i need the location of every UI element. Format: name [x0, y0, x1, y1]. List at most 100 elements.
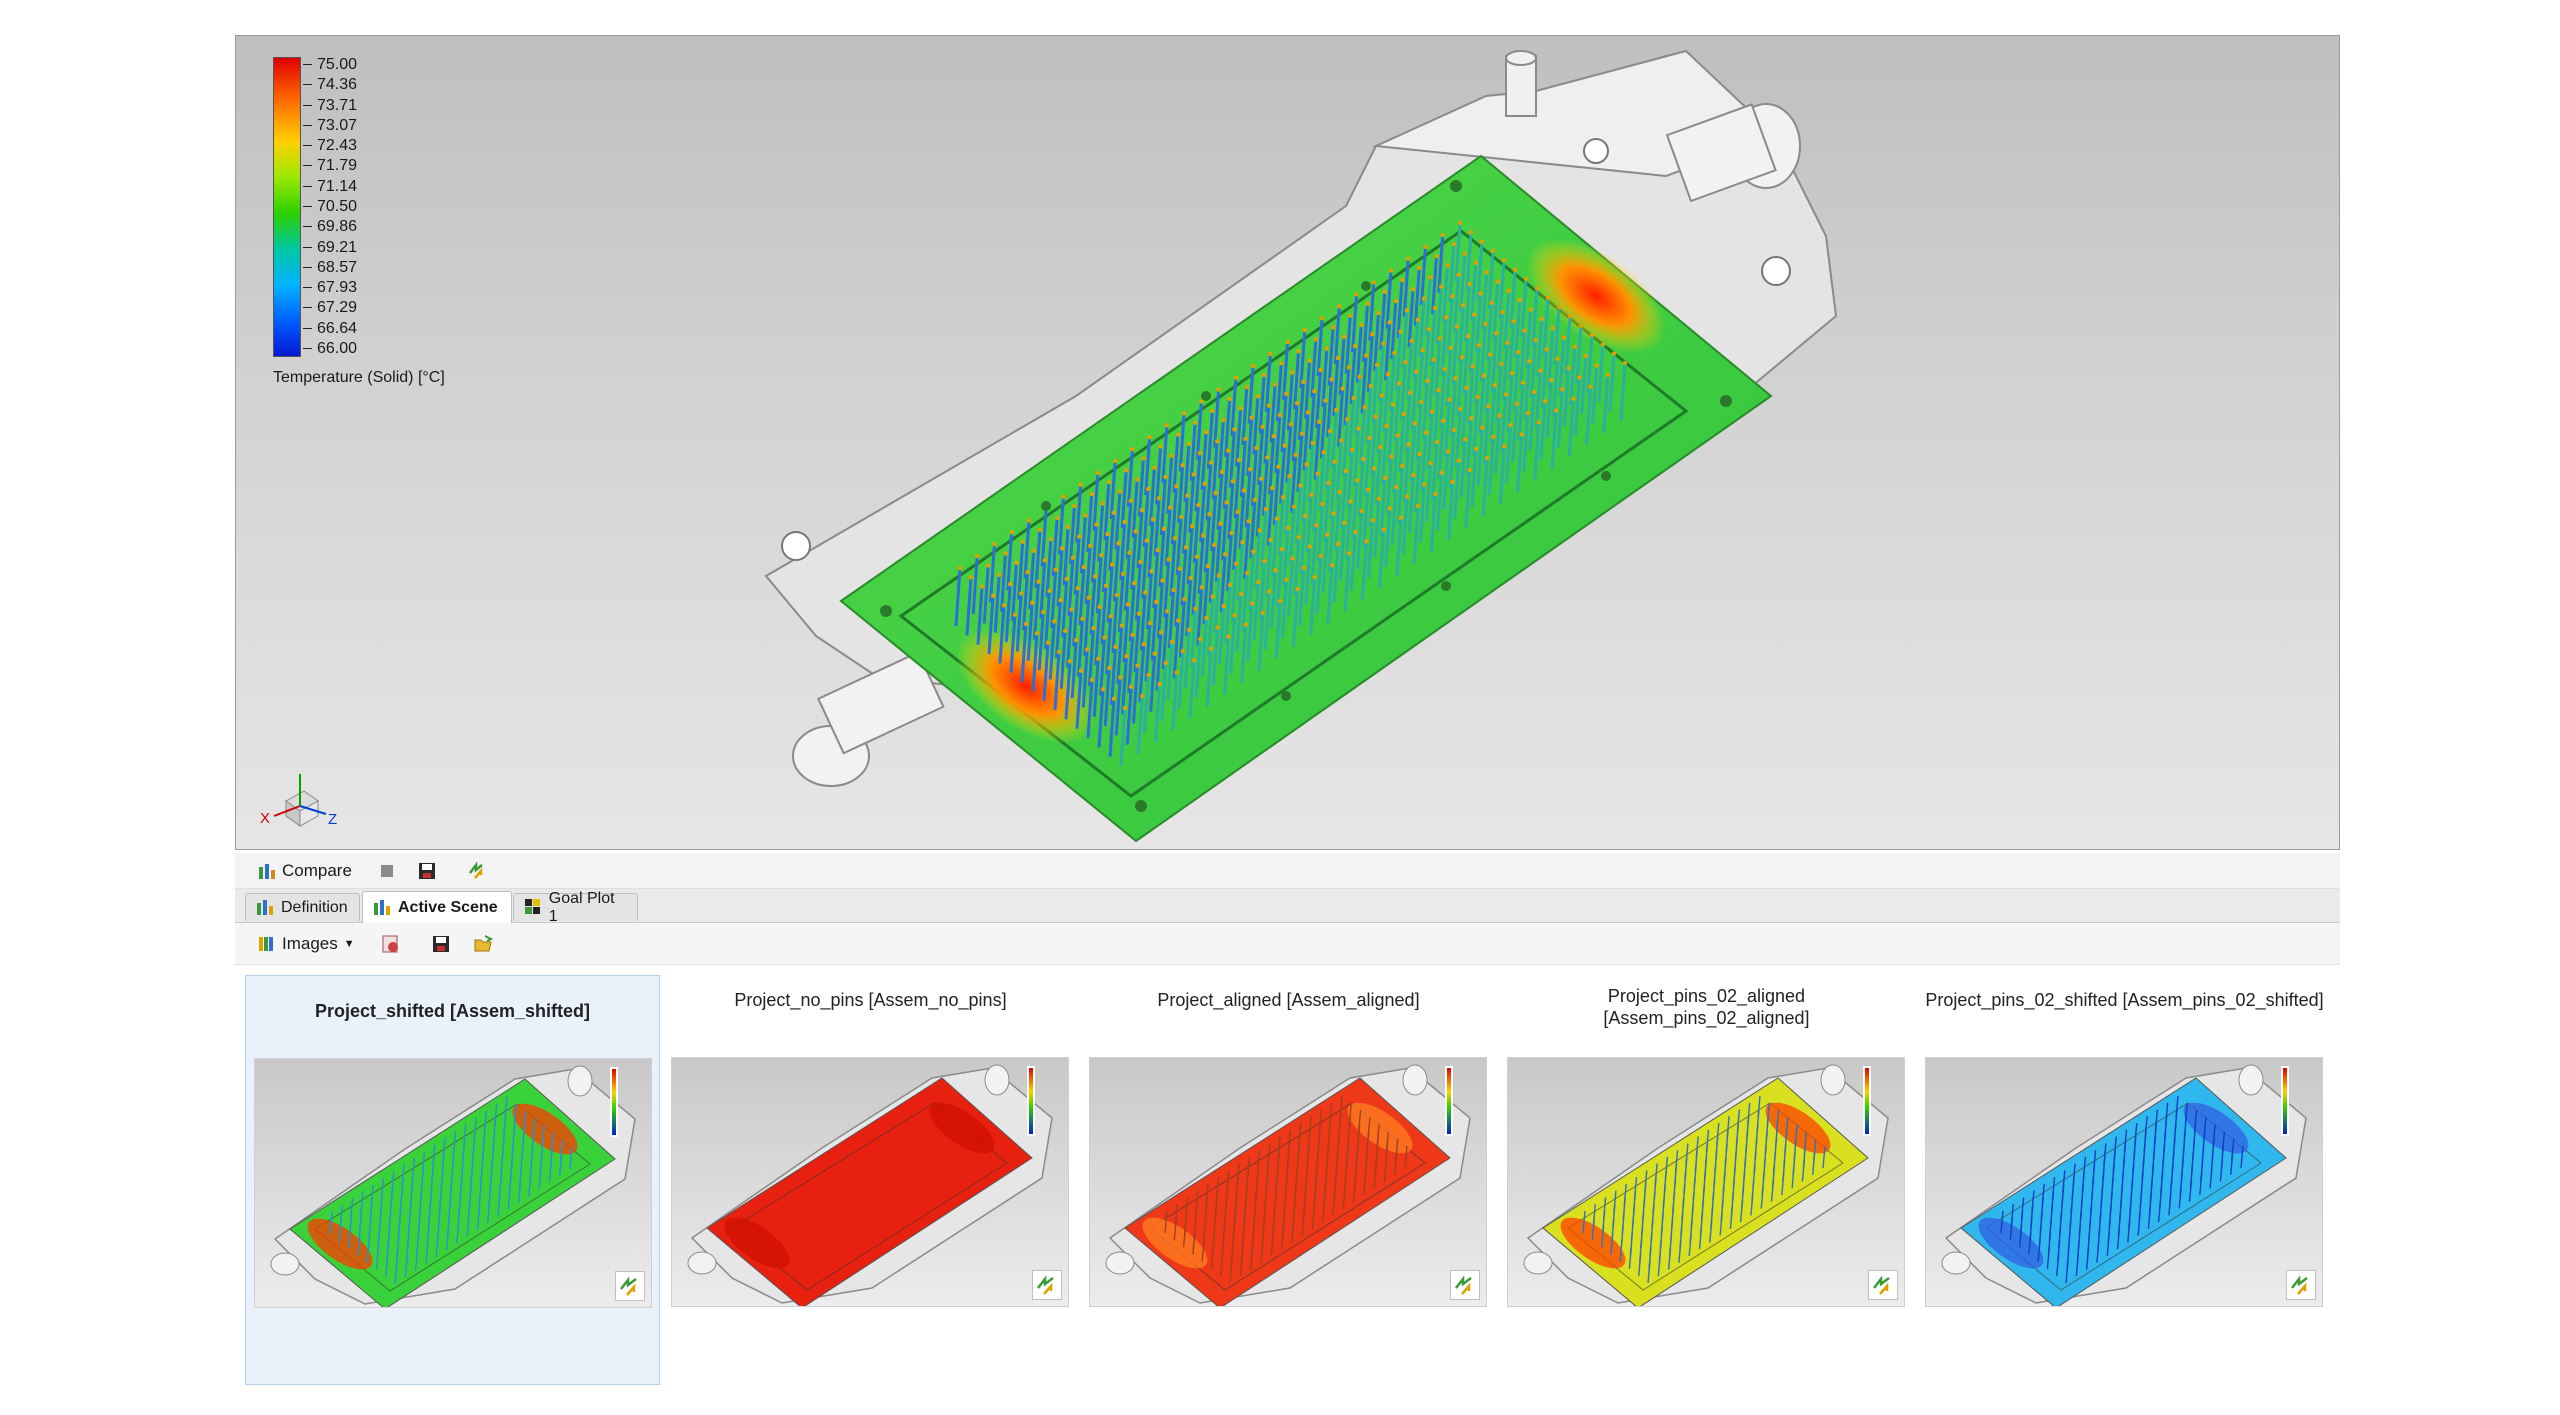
pin-tip — [1182, 597, 1187, 602]
pin-tip — [1462, 437, 1468, 442]
pin-tip — [1244, 384, 1250, 390]
svg-text:X: X — [260, 810, 270, 827]
pin-tip — [1301, 379, 1306, 385]
pin-tip — [1381, 341, 1386, 346]
pin-tip — [1249, 415, 1254, 420]
pin-tip — [1370, 332, 1375, 337]
pin-tip — [1019, 591, 1024, 596]
pin-tip — [1468, 230, 1474, 235]
save-images-button[interactable] — [431, 932, 456, 956]
pin-tip — [986, 563, 991, 568]
pin-tip — [1393, 298, 1398, 304]
stop-button[interactable] — [377, 859, 402, 883]
pin-tip — [1489, 300, 1494, 305]
pin-tip — [1572, 344, 1577, 350]
pin-tip — [1045, 640, 1051, 645]
thumbnail-update-icon[interactable] — [1450, 1270, 1480, 1300]
pin-tip — [1216, 387, 1221, 392]
images-toolbar: Images ▼ — [235, 923, 2340, 965]
pin-tip — [1112, 458, 1118, 464]
stop-icon — [377, 861, 397, 881]
pin-tip — [1273, 568, 1278, 573]
pin-tip — [1519, 432, 1524, 437]
update-button[interactable] — [467, 859, 492, 883]
pin-tip — [1034, 631, 1040, 636]
pin-tip — [1266, 403, 1272, 408]
pin-tip — [1191, 472, 1196, 477]
scene-thumbnail[interactable]: Project_pins_02_shifted [Assem_pins_02_s… — [1917, 975, 2332, 1385]
pin-tip — [1283, 391, 1289, 396]
pin-tip — [1399, 277, 1405, 283]
pin-tip — [1313, 523, 1319, 528]
pin-tip — [1342, 520, 1347, 525]
pin-tip — [1346, 365, 1352, 370]
pin-tip — [1495, 279, 1500, 284]
pin-tip — [1362, 405, 1367, 410]
pin-tip — [1105, 531, 1110, 537]
tab-goal-plot-1[interactable]: Goal Plot 1 — [513, 890, 638, 925]
pin-tip — [1207, 512, 1212, 517]
tab-definition[interactable]: Definition — [245, 893, 360, 921]
pin-tip — [1555, 356, 1560, 361]
tab-active-scene[interactable]: Active Scene — [362, 891, 512, 923]
pin-tip — [1227, 396, 1232, 402]
pin-tip — [1158, 444, 1163, 449]
compare-button[interactable]: Compare — [257, 859, 352, 883]
pin-tip — [1180, 462, 1185, 468]
pin-tip — [1055, 515, 1060, 521]
pin-tip — [997, 572, 1002, 577]
pin-tip — [1502, 444, 1507, 449]
pin-tip — [1081, 564, 1087, 570]
pin-tip — [1235, 509, 1240, 515]
pin-tip — [1252, 497, 1258, 503]
thumbnail-update-icon[interactable] — [1868, 1270, 1898, 1300]
pin-tip — [1327, 428, 1333, 434]
pin-tip — [1309, 492, 1314, 497]
pin-tip — [1472, 312, 1477, 317]
pin-tip — [1448, 345, 1453, 351]
pin-tip — [1335, 355, 1341, 361]
tab-label: Goal Plot 1 — [548, 889, 615, 925]
heat-sink-model[interactable] — [236, 36, 2340, 850]
pin-tip — [1531, 389, 1537, 395]
pin-tip — [1560, 387, 1565, 392]
pin-tip — [1134, 477, 1140, 482]
scene-thumbnail[interactable]: Project_aligned [Assem_aligned] — [1081, 975, 1496, 1385]
pin-tip — [1277, 598, 1283, 604]
pin-tip — [1042, 558, 1047, 563]
pin-tip — [1589, 332, 1595, 338]
pin-tip — [1331, 511, 1336, 516]
pin-tip — [1069, 607, 1074, 612]
pin-tip — [1296, 349, 1301, 354]
pin-tip — [1241, 488, 1247, 493]
scene-thumbnail[interactable]: Project_shifted [Assem_shifted] — [245, 975, 660, 1385]
folder-icon — [473, 934, 494, 954]
pin-tip — [1494, 331, 1499, 336]
pin-tip — [1210, 408, 1215, 413]
pin-tip — [1417, 265, 1422, 271]
thumbnail-update-icon[interactable] — [2286, 1270, 2316, 1300]
pin-tip — [1257, 528, 1262, 533]
thumbnail-update-icon[interactable] — [1032, 1270, 1062, 1300]
add-image-button[interactable] — [381, 932, 406, 956]
pin-tip — [1152, 651, 1157, 656]
pin-tip — [1387, 506, 1393, 511]
pin-tip — [1185, 493, 1190, 498]
pin-tip — [1189, 524, 1195, 529]
pin-tip — [1138, 559, 1143, 565]
thumbnail-update-icon[interactable] — [615, 1271, 645, 1301]
images-dropdown[interactable]: Images ▼ — [257, 932, 355, 956]
pin-tip — [1480, 425, 1485, 430]
graphics-viewport[interactable]: 75.00 74.36 73.71 73.07 72.43 71.79 71.14 70.50… — [235, 35, 2340, 850]
scene-thumbnail[interactable]: Project_no_pins [Assem_no_pins] — [663, 975, 1078, 1385]
pin-tip — [1012, 612, 1018, 617]
thumbnail-model — [1105, 1064, 1471, 1306]
pin-tip — [1467, 281, 1472, 287]
pin-tip — [1341, 334, 1347, 340]
save-button[interactable] — [417, 859, 442, 883]
pin-tip — [1337, 304, 1342, 309]
pin-tip — [1389, 454, 1394, 459]
scene-thumbnail[interactable]: Project_pins_02_aligned [Assem_pins_02_a… — [1499, 975, 1914, 1385]
open-folder-button[interactable] — [473, 932, 498, 956]
pin-tip — [1121, 571, 1126, 577]
